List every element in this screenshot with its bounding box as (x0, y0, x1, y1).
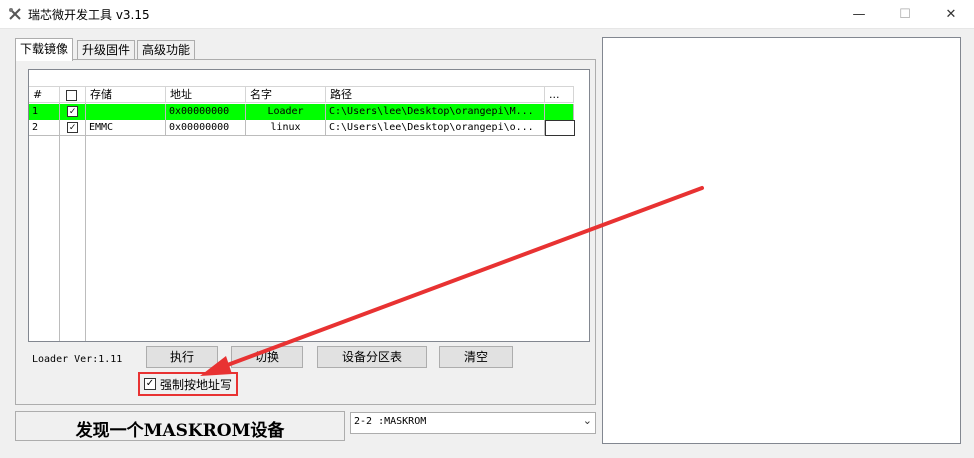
minimize-button[interactable]: — (836, 0, 882, 28)
grid-line (59, 103, 60, 341)
window-title: 瑞芯微开发工具 v3.15 (28, 8, 150, 22)
table-row[interactable]: 1 ✓ 0x00000000 Loader C:\Users\lee\Deskt… (29, 104, 574, 120)
column-header-path[interactable]: 路径 (326, 87, 545, 103)
maximize-button[interactable]: ☐ (882, 0, 928, 28)
close-icon: ✕ (945, 6, 957, 22)
column-header-number[interactable]: # (29, 87, 60, 103)
row-checkbox[interactable]: ✓ (67, 122, 78, 133)
loader-version: Loader Ver:1.11 (32, 354, 123, 365)
maximize-icon: ☐ (899, 6, 911, 22)
column-header-more[interactable]: ... (545, 87, 574, 103)
tab-download-image[interactable]: 下载镜像 (15, 38, 74, 61)
row-check-cell: ✓ (60, 104, 86, 120)
device-select[interactable]: 2-2 :MASKROM ⌄ (350, 412, 596, 434)
row-number: 1 (29, 104, 60, 120)
close-button[interactable]: ✕ (928, 0, 974, 28)
row-checkbox[interactable]: ✓ (67, 106, 78, 117)
force-write-label[interactable]: 强制按地址写 (160, 376, 232, 393)
row-number: 2 (29, 120, 60, 136)
partition-table-button[interactable]: 设备分区表 (317, 346, 427, 368)
tab-upgrade-firmware[interactable]: 升级固件 (77, 40, 136, 60)
image-list[interactable]: # 存储 地址 名字 路径 ... 1 ✓ 0x00000000 Loader … (28, 69, 590, 342)
row-check-cell: ✓ (60, 120, 86, 136)
status-text: 发现一个MASKROM设备 (75, 421, 285, 441)
switch-button[interactable]: 切换 (231, 346, 303, 368)
app-tools-icon (9, 8, 21, 20)
chevron-down-icon: ⌄ (582, 414, 592, 427)
row-storage (86, 104, 166, 120)
column-header-storage[interactable]: 存储 (86, 87, 166, 103)
grid-line (85, 103, 86, 341)
clear-button[interactable]: 清空 (439, 346, 513, 368)
list-top-strip (29, 70, 574, 87)
path-browse-field[interactable] (545, 120, 575, 136)
row-storage: EMMC (86, 120, 166, 136)
header-checkbox-icon (66, 89, 77, 101)
minimize-icon: — (852, 6, 866, 22)
row-path: C:\Users\lee\Desktop\orangepi\M... (326, 104, 545, 120)
row-path: C:\Users\lee\Desktop\orangepi\o... (326, 120, 545, 136)
row-address: 0x00000000 (166, 104, 246, 120)
row-name: Loader (246, 104, 326, 120)
tab-advanced-functions[interactable]: 高级功能 (137, 40, 196, 60)
row-address: 0x00000000 (166, 120, 246, 136)
column-header-name[interactable]: 名字 (246, 87, 326, 103)
column-header-address[interactable]: 地址 (166, 87, 246, 103)
row-name: linux (246, 120, 326, 136)
force-write-checkbox[interactable]: ✓ (144, 378, 156, 390)
device-select-value: 2-2 :MASKROM (354, 416, 427, 427)
run-button[interactable]: 执行 (146, 346, 218, 368)
title-bar: 瑞芯微开发工具 v3.15 — ☐ ✕ (0, 0, 974, 29)
row-more[interactable] (545, 104, 574, 120)
table-row[interactable]: 2 ✓ EMMC 0x00000000 linux C:\Users\lee\D… (29, 120, 574, 136)
log-pane[interactable] (602, 37, 961, 444)
status-box: 发现一个MASKROM设备 (15, 411, 345, 441)
column-header-check[interactable] (60, 87, 86, 103)
